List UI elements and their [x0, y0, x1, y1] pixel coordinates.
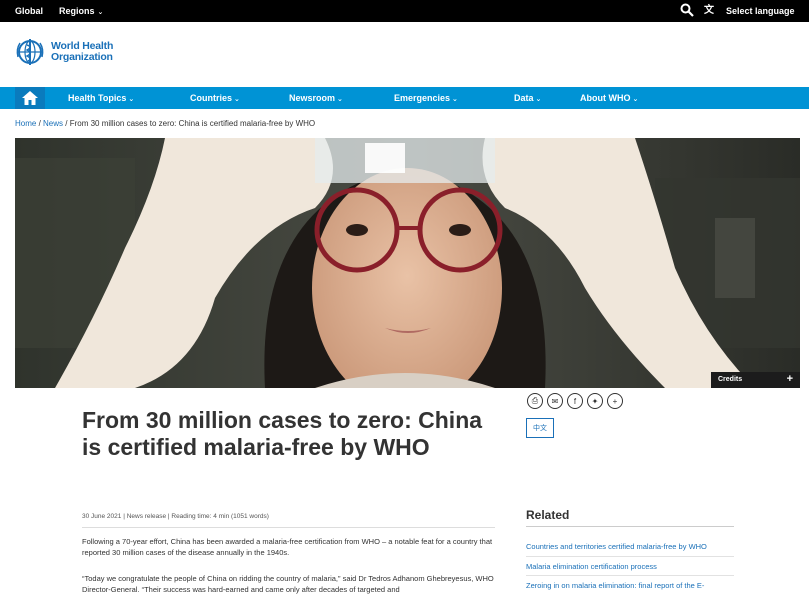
chevron-down-icon: ⌄ [632, 96, 639, 103]
main-nav: Health Topics ⌄ Countries ⌄ Newsroom ⌄ Emer… [0, 87, 809, 109]
nav-newsroom[interactable]: Newsroom ⌄ [289, 93, 343, 103]
related-heading: Related [526, 508, 570, 522]
nav-label: Data [514, 93, 534, 103]
credits-button[interactable]: Credits + [711, 372, 800, 388]
select-language-button[interactable]: Select language [726, 6, 795, 16]
breadcrumb-separator: / [63, 119, 70, 128]
email-icon[interactable]: ✉ [547, 393, 563, 409]
nav-label: About WHO [580, 93, 631, 103]
nav-label: Health Topics [68, 93, 127, 103]
home-button[interactable] [15, 87, 45, 109]
article-paragraph-2: “Today we congratulate the people of Chi… [82, 574, 494, 594]
share-more-icon[interactable]: + [607, 393, 623, 409]
divider [82, 527, 495, 528]
divider [526, 575, 734, 576]
nav-label: Newsroom [289, 93, 336, 103]
divider [526, 526, 734, 527]
chevron-down-icon: ⌄ [535, 96, 542, 103]
plus-icon: + [786, 373, 793, 385]
breadcrumb-current: From 30 million cases to zero: China is … [69, 119, 316, 128]
twitter-icon[interactable]: ✦ [587, 393, 603, 409]
credits-label: Credits [718, 376, 743, 383]
nav-data[interactable]: Data ⌄ [514, 93, 541, 103]
breadcrumb: Home / News / From 30 million cases to z… [15, 119, 315, 128]
translate-icon[interactable]: 文 [704, 4, 718, 18]
hero-illustration [15, 138, 800, 388]
article-paragraph-1: Following a 70-year effort, China has be… [82, 537, 493, 557]
article-meta: 30 June 2021 | News release | Reading ti… [82, 513, 269, 520]
logo-line-2: Organization [51, 51, 113, 63]
top-bar: Global Regions ⌄ 文 Select language [0, 0, 809, 22]
chevron-down-icon: ⌄ [337, 96, 343, 103]
regions-dropdown[interactable]: Regions ⌄ [59, 6, 103, 16]
who-emblem-icon [16, 39, 44, 65]
search-icon[interactable] [680, 3, 694, 17]
article-title: From 30 million cases to zero: China is … [82, 407, 483, 460]
nav-about-who[interactable]: About WHO ⌄ [580, 93, 638, 103]
breadcrumb-news[interactable]: News [43, 119, 63, 128]
breadcrumb-separator: / [36, 119, 44, 128]
nav-health-topics[interactable]: Health Topics ⌄ [68, 93, 134, 103]
who-name: World Health Organization [51, 41, 113, 63]
nav-countries[interactable]: Countries ⌄ [190, 93, 240, 103]
chevron-down-icon: ⌄ [97, 9, 104, 16]
related-link[interactable]: Countries and territories certified mala… [526, 541, 734, 552]
who-logo[interactable]: World Health Organization [15, 37, 113, 67]
related-link[interactable]: Zeroing in on malaria elimination: final… [526, 580, 734, 591]
chevron-down-icon: ⌄ [128, 96, 135, 103]
print-icon[interactable]: ⎙ [527, 393, 543, 409]
divider [526, 556, 734, 557]
related-link[interactable]: Malaria elimination certification proces… [526, 561, 734, 572]
regions-label: Regions [59, 6, 95, 16]
chinese-language-button[interactable]: 中文 [526, 418, 554, 438]
facebook-icon[interactable]: f [567, 393, 583, 409]
hero-image [15, 138, 800, 388]
nav-emergencies[interactable]: Emergencies ⌄ [394, 93, 458, 103]
nav-label: Emergencies [394, 93, 451, 103]
chevron-down-icon: ⌄ [452, 96, 458, 103]
nav-label: Countries [190, 93, 233, 103]
chevron-down-icon: ⌄ [234, 96, 240, 103]
global-link[interactable]: Global [15, 6, 43, 16]
share-bar: ⎙ ✉ f ✦ + [527, 393, 623, 409]
home-icon [22, 91, 38, 105]
breadcrumb-home[interactable]: Home [15, 119, 36, 128]
